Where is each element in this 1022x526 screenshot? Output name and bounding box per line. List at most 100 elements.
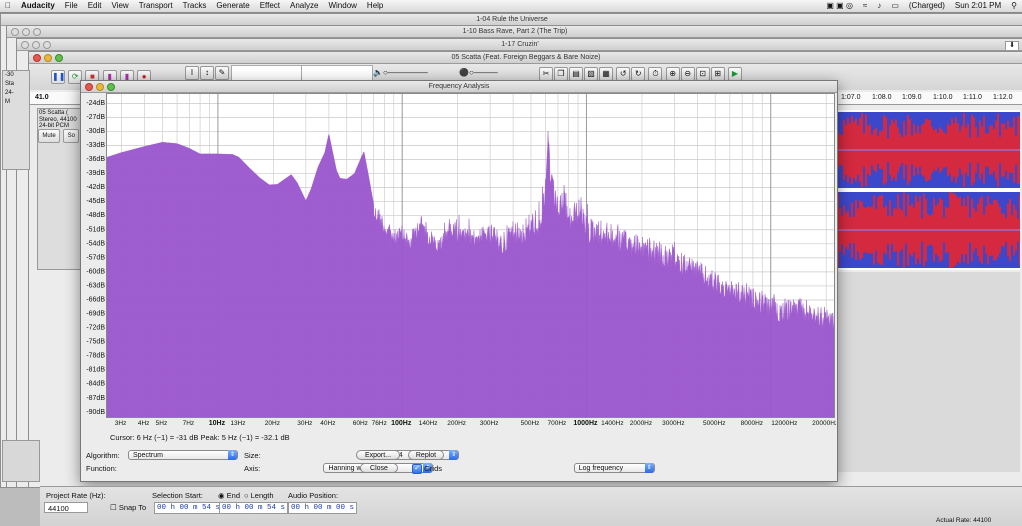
pause-icon[interactable]: ❚❚ (51, 70, 65, 84)
y-tick-label: -75dB (86, 339, 105, 346)
x-tick-label: 10Hz (209, 420, 226, 427)
volume-icon[interactable]: ♪ (872, 0, 886, 12)
cursor-readout: Cursor: 6 Hz (~1) = -31 dB Peak: 5 Hz (~… (110, 433, 290, 442)
y-tick-label: -48dB (86, 212, 105, 219)
ruler-value: 41.0 (35, 94, 49, 101)
wifi-icon[interactable]: ≈ (858, 0, 872, 12)
background-track-panel[interactable]: -30 Sta 24- M (2, 70, 30, 170)
y-tick-label: -51dB (86, 226, 105, 233)
minimize-window-icon[interactable] (96, 83, 104, 91)
empty-track-area[interactable] (837, 272, 1020, 472)
y-tick-label: -84dB (86, 381, 105, 388)
x-tick-label: 100Hz (391, 420, 412, 427)
select-arrows-icon: ⇕ (228, 450, 237, 460)
sync-lock-icon[interactable]: ⏱ (648, 67, 663, 81)
menu-file[interactable]: File (60, 0, 83, 12)
mute-button[interactable]: Mute (38, 129, 60, 143)
zoom-out-icon[interactable]: ⊖ (680, 67, 695, 81)
extension-icon[interactable]: ▣ ▣ ◎ (821, 0, 858, 12)
x-tick-label: 1400Hz (601, 420, 623, 427)
copy-icon[interactable]: ❐ (554, 67, 568, 81)
trim-icon[interactable]: ▧ (584, 67, 598, 81)
close-window-icon[interactable] (85, 83, 93, 91)
algorithm-select[interactable]: Spectrum ⇕ (128, 450, 238, 460)
y-tick-label: -54dB (86, 240, 105, 247)
actual-rate: Actual Rate: 44100 (936, 517, 992, 524)
mic-slider-icon[interactable]: ⚫○——— (459, 68, 498, 77)
selection-toolbar: Project Rate (Hz): 44100 Selection Start… (40, 486, 1022, 526)
grids-label: Grids (424, 464, 443, 473)
redo-icon[interactable]: ↻ (631, 67, 646, 81)
spectrum-area (106, 131, 835, 418)
menu-edit[interactable]: Edit (83, 0, 107, 12)
grids-checkbox[interactable]: ✓ (412, 464, 422, 475)
battery-icon[interactable]: ▭ (886, 0, 904, 12)
menu-app-name[interactable]: Audacity (16, 0, 60, 12)
battery-status[interactable]: (Charged) (904, 0, 950, 12)
x-tick-label: 200Hz (447, 420, 466, 427)
x-tick-label: 13Hz (230, 420, 245, 427)
y-tick-label: -60dB (86, 268, 105, 275)
silence-icon[interactable]: ▦ (599, 67, 613, 81)
x-tick-label: 7Hz (183, 420, 195, 427)
menu-effect[interactable]: Effect (255, 0, 285, 12)
export-button[interactable]: Export... (356, 450, 400, 460)
size-label: Size: (244, 451, 261, 460)
length-radio[interactable]: ○ Length (244, 491, 274, 500)
selection-end-time[interactable]: 00 h 00 m 54 s (219, 502, 289, 514)
menu-tracks[interactable]: Tracks (178, 0, 212, 12)
axis-select[interactable]: Log frequency ⇕ (573, 463, 655, 473)
background-window-edge (2, 440, 40, 482)
select-arrows-icon: ⇕ (449, 450, 459, 460)
download-arrow-icon[interactable]: ⬇ (1005, 41, 1019, 51)
undo-icon[interactable]: ↺ (616, 67, 631, 81)
clock[interactable]: Sun 2:01 PM (950, 0, 1006, 12)
envelope-tool-icon[interactable]: ↕ (200, 66, 214, 80)
spotlight-icon[interactable]: ⚲ (1006, 0, 1022, 12)
close-button[interactable]: Close (360, 463, 398, 473)
zoom-window-icon[interactable] (107, 83, 115, 91)
x-tick-label: 30Hz (297, 420, 312, 427)
x-tick-label: 3000Hz (662, 420, 684, 427)
menu-analyze[interactable]: Analyze (285, 0, 323, 12)
x-tick-label: 4Hz (138, 420, 150, 427)
dialog-title: Frequency Analysis (81, 81, 837, 93)
axis-value: Log frequency (578, 465, 624, 472)
spectrum-plot[interactable] (106, 93, 835, 418)
end-radio[interactable]: ◉ End (218, 491, 240, 500)
x-tick-label: 300Hz (480, 420, 499, 427)
menu-transport[interactable]: Transport (134, 0, 178, 12)
apple-icon[interactable]:  (0, 0, 16, 12)
replot-button[interactable]: Replot (408, 450, 444, 460)
window-title-2: 1-10 Bass Rave, Part 2 (The Trip) (7, 26, 1022, 38)
end-time-value: 00 h 00 m 54 s (219, 502, 289, 514)
ruler-tick: 1:12.0 (993, 94, 1013, 101)
menu-help[interactable]: Help (362, 0, 388, 12)
audio-position-time[interactable]: 00 h 00 m 00 s (288, 502, 358, 514)
volume-slider-icon[interactable]: 🔈○————— (373, 68, 428, 77)
paste-icon[interactable]: ▤ (569, 67, 583, 81)
grids-option[interactable]: ✓ Grids (412, 464, 443, 475)
cut-icon[interactable]: ✂ (539, 67, 553, 81)
zoom-in-icon[interactable]: ⊕ (665, 67, 680, 81)
solo-button[interactable]: So (63, 129, 80, 143)
project-rate-select[interactable]: 44100 (44, 502, 88, 513)
y-tick-label: -33dB (86, 142, 105, 149)
fit-selection-icon[interactable]: ⊡ (695, 67, 710, 81)
y-tick-label: -90dB (86, 409, 105, 416)
fit-project-icon[interactable]: ⊞ (710, 67, 725, 81)
selection-tool-icon[interactable]: I (185, 66, 199, 80)
bg-label: 24- (5, 90, 14, 96)
play-at-speed-icon[interactable]: ▶ (727, 67, 742, 81)
draw-tool-icon[interactable]: ✎ (215, 66, 229, 80)
menu-view[interactable]: View (106, 0, 133, 12)
menu-window[interactable]: Window (323, 0, 361, 12)
menu-bar:  Audacity File Edit View Transport Trac… (0, 0, 1022, 13)
selection-start-time[interactable]: 00 h 00 m 54 s (154, 502, 224, 514)
x-tick-label: 500Hz (521, 420, 540, 427)
x-tick-label: 8000Hz (741, 420, 763, 427)
menu-generate[interactable]: Generate (211, 0, 254, 12)
x-tick-label: 2000Hz (630, 420, 652, 427)
waveform-area[interactable] (837, 110, 1021, 270)
snap-to-option[interactable]: ☐ Snap To (110, 503, 146, 512)
